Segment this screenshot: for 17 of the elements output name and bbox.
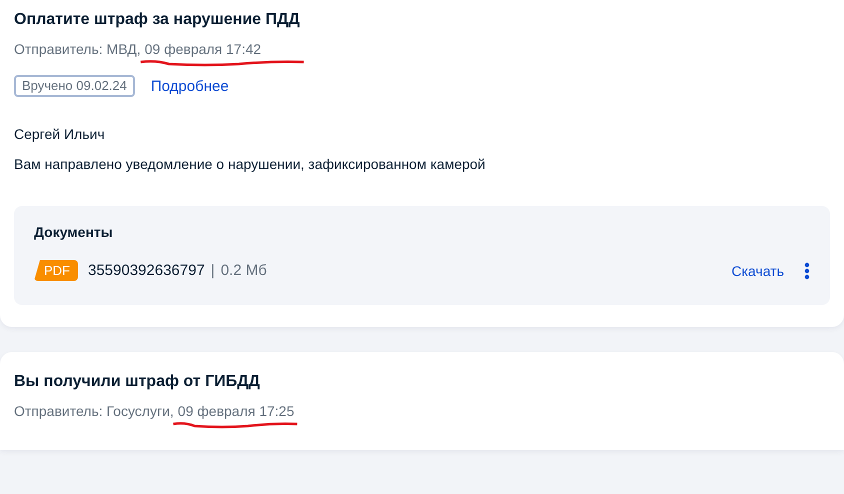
message-text: Вам направлено уведомление о нарушении, зафиксированном камерой <box>14 156 486 172</box>
file-size: 0.2 Мб <box>220 262 267 279</box>
sender-text: Отправитель: МВД, <box>14 40 141 58</box>
status-badge: Вручено 09.02.24 <box>14 75 135 97</box>
message-date: 09 февраля 17:25 <box>178 402 294 420</box>
file-type-badge: PDF <box>34 260 78 281</box>
file-name: 35590392636797 <box>88 262 205 279</box>
message-title: Оплатите штраф за нарушение ПДД <box>14 10 301 30</box>
sender-text: Отправитель: Госуслуги, <box>14 402 174 420</box>
message-date: 09 февраля 17:42 <box>144 40 262 58</box>
details-link[interactable]: Подробнее <box>150 78 229 94</box>
documents-title: Документы <box>34 224 114 240</box>
recipient-name: Сергей Ильич <box>14 126 106 142</box>
separator-text: | <box>210 262 215 279</box>
more-icon[interactable] <box>804 262 810 280</box>
message-title: Вы получили штраф от ГИБДД <box>14 372 261 392</box>
download-link[interactable]: Скачать <box>732 262 784 278</box>
